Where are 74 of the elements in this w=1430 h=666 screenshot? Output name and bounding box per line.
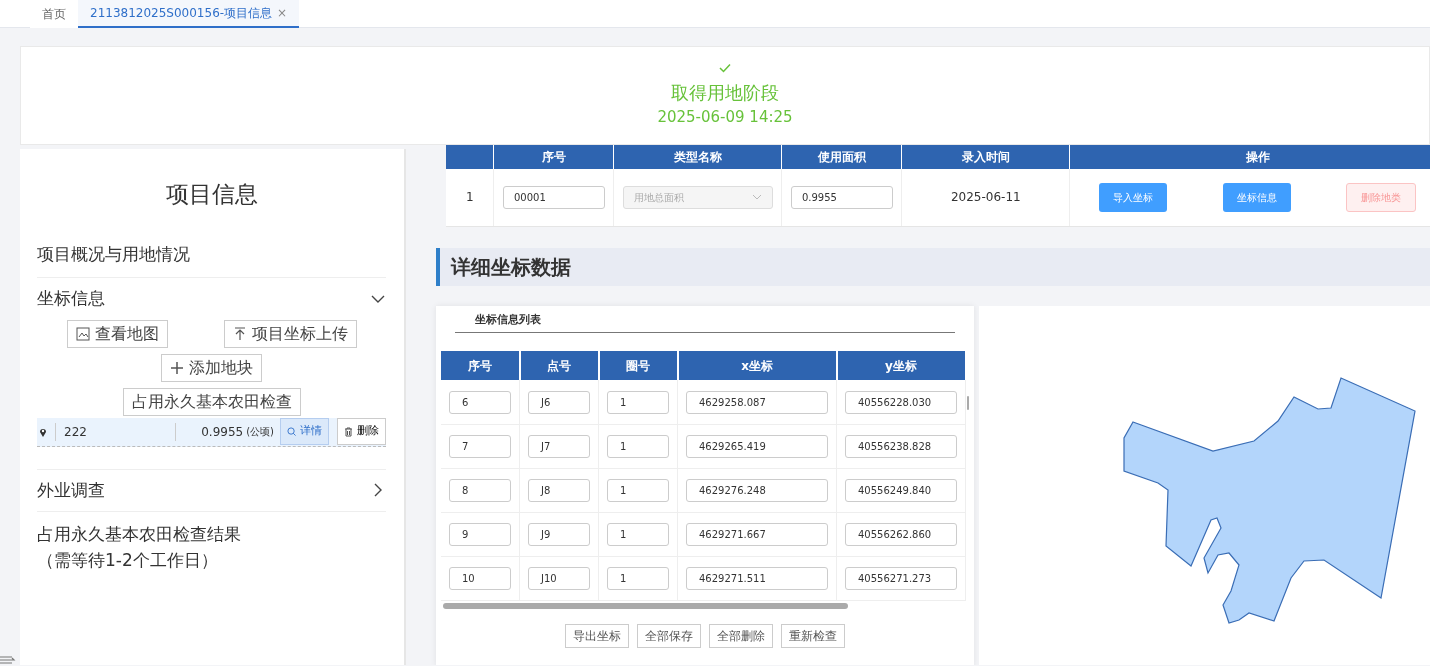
- stage-title: 取得用地阶段: [671, 80, 779, 105]
- card-title: 坐标信息列表: [455, 311, 955, 334]
- input-field[interactable]: 7: [449, 434, 511, 458]
- button[interactable]: 添加地块: [161, 353, 262, 382]
- input-field[interactable]: 40556228.030: [845, 390, 957, 414]
- section-label[interactable]: 项目概况与用地情况: [37, 231, 386, 278]
- upload-icon: [232, 326, 247, 341]
- stage-time: 2025-06-09 14:25: [657, 106, 793, 128]
- accordion-header[interactable]: 外业调查: [37, 468, 386, 512]
- input-field[interactable]: 40556262.860: [845, 522, 957, 546]
- input-field[interactable]: 1: [607, 522, 669, 546]
- input-field[interactable]: 10: [449, 566, 511, 590]
- accordion-header[interactable]: 坐标信息: [37, 278, 386, 320]
- button[interactable]: 全部保存: [637, 623, 701, 648]
- input-field[interactable]: 1: [607, 566, 669, 590]
- unit-label: (公顷): [246, 425, 274, 439]
- button[interactable]: 查看地图: [66, 319, 168, 348]
- input-field[interactable]: J8: [528, 478, 590, 502]
- input-field[interactable]: 6: [449, 390, 511, 414]
- input-field[interactable]: 9: [449, 522, 511, 546]
- column-header: 圈号: [598, 351, 678, 381]
- caret-icon: [751, 194, 762, 201]
- panel-title: 项目信息: [164, 180, 259, 209]
- input-field[interactable]: 4629271.511: [686, 566, 828, 590]
- button[interactable]: 导出坐标: [565, 623, 629, 648]
- input-field[interactable]: J6: [528, 390, 590, 414]
- button[interactable]: 项目坐标上传: [223, 319, 357, 348]
- input-field[interactable]: 4629265.419: [686, 434, 828, 458]
- pin-icon: [39, 426, 47, 437]
- input-field[interactable]: J9: [528, 522, 590, 546]
- column-header: 点号: [519, 351, 599, 381]
- input-field[interactable]: 0.9955: [790, 185, 893, 209]
- column-header: y坐标: [836, 351, 966, 381]
- table-cell: 2025-06-11: [901, 169, 1070, 226]
- column-header: 操作: [1069, 145, 1430, 169]
- column-header: 录入时间: [901, 145, 1070, 169]
- column-header: 序号: [493, 145, 614, 169]
- delete-button[interactable]: 删除: [337, 418, 386, 445]
- note-text: 占用永久基本农田检查结果: [37, 523, 242, 546]
- note-text: （需等待1-2个工作日）: [37, 548, 219, 572]
- image-icon: [75, 326, 90, 341]
- parcel-area: 0.9955: [175, 422, 244, 441]
- column-header: x坐标: [677, 351, 837, 381]
- input-field[interactable]: J10: [528, 566, 590, 590]
- button[interactable]: 重新检查: [781, 623, 845, 648]
- collapse-icon[interactable]: [0, 656, 16, 664]
- detail-button[interactable]: 详情: [280, 418, 329, 445]
- scrollbar-thumb[interactable]: [966, 396, 969, 411]
- input-field[interactable]: 4629276.248: [686, 478, 828, 502]
- parcel-name: 222: [55, 422, 175, 441]
- input-field[interactable]: 4629271.667: [686, 522, 828, 546]
- trash-icon: [344, 426, 353, 437]
- input-field[interactable]: 1: [607, 434, 669, 458]
- section-heading: 详细坐标数据: [436, 247, 1430, 286]
- input-field[interactable]: 40556238.828: [845, 434, 957, 458]
- tab[interactable]: 2113812025S000156-项目信息 ×: [78, 0, 300, 28]
- input-field[interactable]: 8: [449, 478, 511, 502]
- column-header: 使用面积: [781, 145, 902, 169]
- scrollbar-thumb[interactable]: [443, 602, 848, 609]
- input-field[interactable]: 4629258.087: [686, 390, 828, 414]
- column-header: 序号: [441, 351, 520, 381]
- input-field[interactable]: 1: [607, 478, 669, 502]
- input-field[interactable]: 40556249.840: [845, 478, 957, 502]
- input-field[interactable]: 00001: [502, 185, 605, 209]
- plus-icon: [170, 360, 184, 375]
- button[interactable]: 占用永久基本农田检查: [122, 387, 301, 416]
- input-field[interactable]: J7: [528, 434, 590, 458]
- button[interactable]: 全部删除: [709, 623, 773, 648]
- search-icon: [287, 427, 296, 436]
- column-header: 类型名称: [613, 145, 782, 169]
- table-cell: 1: [446, 169, 494, 226]
- input-field[interactable]: 1: [607, 390, 669, 414]
- parcel-row[interactable]: 222 0.9955 (公顷) 详情 删除: [37, 417, 386, 447]
- input-field[interactable]: 40556271.273: [845, 566, 957, 590]
